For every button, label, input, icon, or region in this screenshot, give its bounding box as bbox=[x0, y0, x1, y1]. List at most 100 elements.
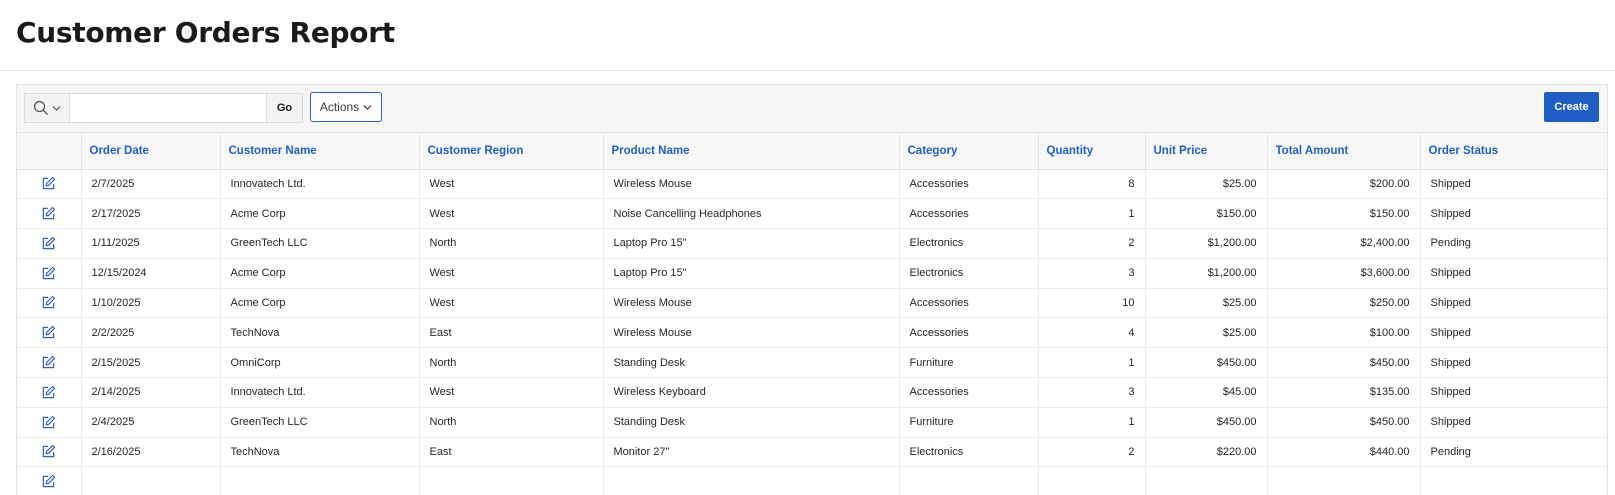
create-button[interactable]: Create bbox=[1544, 92, 1599, 122]
cell-order-status bbox=[1420, 466, 1607, 495]
cell-order-status: Shipped bbox=[1420, 407, 1607, 438]
cell-total-amount bbox=[1267, 466, 1421, 495]
edit-icon[interactable] bbox=[39, 472, 59, 492]
actions-menu-button[interactable]: Actions bbox=[310, 92, 382, 122]
cell-customer-name: Innovatech Ltd. bbox=[220, 377, 420, 408]
cell-order-status: Shipped bbox=[1420, 169, 1607, 200]
cell-unit-price: $45.00 bbox=[1145, 377, 1268, 408]
cell-category: Furniture bbox=[899, 347, 1039, 379]
search-input[interactable] bbox=[70, 94, 266, 122]
cell-quantity: 3 bbox=[1038, 258, 1146, 289]
cell-order-status: Shipped bbox=[1420, 347, 1607, 379]
cell-customer-name: GreenTech LLC bbox=[220, 407, 420, 438]
cell-quantity: 3 bbox=[1038, 377, 1146, 408]
edit-cell bbox=[17, 437, 82, 468]
cell-quantity: 1 bbox=[1038, 198, 1146, 230]
edit-icon[interactable] bbox=[39, 263, 59, 283]
cell-customer-region: West bbox=[419, 288, 604, 319]
cell-product-name bbox=[603, 466, 900, 495]
table-row: 2/17/2025 Acme Corp West Noise Cancelling H… bbox=[17, 198, 1607, 230]
edit-icon[interactable] bbox=[39, 174, 59, 194]
cell-unit-price: $25.00 bbox=[1145, 317, 1268, 349]
cell-order-status: Shipped bbox=[1420, 198, 1607, 230]
column-header-order-date[interactable]: Order Date bbox=[81, 133, 221, 170]
cell-quantity: 1 bbox=[1038, 407, 1146, 438]
cell-unit-price: $1,200.00 bbox=[1145, 228, 1268, 259]
cell-total-amount: $440.00 bbox=[1267, 437, 1421, 468]
cell-product-name: Wireless Keyboard bbox=[603, 377, 900, 408]
cell-customer-name: Acme Corp bbox=[220, 198, 420, 230]
column-header-customer-name[interactable]: Customer Name bbox=[220, 133, 420, 170]
table-row: 12/15/2024 Acme Corp West Laptop Pro 15" Ele… bbox=[17, 258, 1607, 289]
go-button[interactable]: Go bbox=[266, 94, 302, 122]
page-title: Customer Orders Report bbox=[16, 16, 395, 49]
cell-customer-name: Acme Corp bbox=[220, 288, 420, 319]
cell-total-amount: $450.00 bbox=[1267, 347, 1421, 379]
cell-quantity: 2 bbox=[1038, 437, 1146, 468]
edit-icon[interactable] bbox=[39, 323, 59, 343]
cell-order-status: Shipped bbox=[1420, 377, 1607, 408]
report-region: Go Actions Create Order Date Customer Na… bbox=[16, 84, 1608, 495]
cell-product-name: Standing Desk bbox=[603, 407, 900, 438]
search-icon bbox=[33, 100, 48, 115]
table-row: 2/16/2025 TechNova East Monitor 27" Electron… bbox=[17, 437, 1607, 468]
cell-unit-price bbox=[1145, 466, 1268, 495]
cell-category: Accessories bbox=[899, 198, 1039, 230]
cell-total-amount: $135.00 bbox=[1267, 377, 1421, 408]
cell-customer-name bbox=[220, 466, 420, 495]
cell-quantity: 1 bbox=[1038, 347, 1146, 379]
cell-product-name: Wireless Mouse bbox=[603, 288, 900, 319]
column-header-total-amount[interactable]: Total Amount bbox=[1267, 133, 1421, 170]
edit-icon[interactable] bbox=[39, 382, 59, 402]
edit-cell bbox=[17, 377, 82, 408]
cell-order-date: 12/15/2024 bbox=[81, 258, 221, 289]
cell-unit-price: $150.00 bbox=[1145, 198, 1268, 230]
column-header-unit-price[interactable]: Unit Price bbox=[1145, 133, 1268, 170]
column-header-order-status[interactable]: Order Status bbox=[1420, 133, 1607, 170]
cell-order-date: 2/4/2025 bbox=[81, 407, 221, 438]
cell-order-status: Pending bbox=[1420, 437, 1607, 468]
cell-order-date: 2/16/2025 bbox=[81, 437, 221, 468]
cell-customer-region: West bbox=[419, 198, 604, 230]
cell-customer-region: West bbox=[419, 169, 604, 200]
cell-quantity: 4 bbox=[1038, 317, 1146, 349]
cell-product-name: Monitor 27" bbox=[603, 437, 900, 468]
column-header-quantity[interactable]: Quantity bbox=[1038, 133, 1146, 170]
cell-customer-region bbox=[419, 466, 604, 495]
cell-order-status: Shipped bbox=[1420, 317, 1607, 349]
cell-quantity: 10 bbox=[1038, 288, 1146, 319]
cell-total-amount: $150.00 bbox=[1267, 198, 1421, 230]
search-column-menu[interactable] bbox=[25, 94, 70, 122]
edit-icon[interactable] bbox=[39, 412, 59, 432]
cell-quantity: 2 bbox=[1038, 228, 1146, 259]
column-header-product-name[interactable]: Product Name bbox=[603, 133, 900, 170]
cell-customer-region: West bbox=[419, 377, 604, 408]
cell-customer-name: GreenTech LLC bbox=[220, 228, 420, 259]
report-toolbar: Go Actions Create bbox=[17, 85, 1607, 133]
cell-category: Accessories bbox=[899, 288, 1039, 319]
column-header-customer-region[interactable]: Customer Region bbox=[419, 133, 604, 170]
cell-category: Accessories bbox=[899, 317, 1039, 349]
cell-category: Electronics bbox=[899, 258, 1039, 289]
edit-icon[interactable] bbox=[39, 203, 59, 223]
cell-total-amount: $200.00 bbox=[1267, 169, 1421, 200]
cell-customer-region: North bbox=[419, 228, 604, 259]
cell-product-name: Laptop Pro 15" bbox=[603, 228, 900, 259]
edit-cell bbox=[17, 347, 82, 379]
cell-order-date: 2/2/2025 bbox=[81, 317, 221, 349]
cell-product-name: Noise Cancelling Headphones bbox=[603, 198, 900, 230]
cell-customer-region: East bbox=[419, 317, 604, 349]
edit-icon[interactable] bbox=[39, 233, 59, 253]
edit-icon[interactable] bbox=[39, 352, 59, 372]
orders-table: Order Date Customer Name Customer Region… bbox=[17, 133, 1607, 495]
table-row: 2/7/2025 Innovatech Ltd. West Wireless Mous… bbox=[17, 169, 1607, 200]
cell-order-date: 1/11/2025 bbox=[81, 228, 221, 259]
search-bar: Go bbox=[24, 93, 303, 123]
column-header-category[interactable]: Category bbox=[899, 133, 1039, 170]
cell-unit-price: $450.00 bbox=[1145, 347, 1268, 379]
edit-icon[interactable] bbox=[39, 293, 59, 313]
cell-unit-price: $220.00 bbox=[1145, 437, 1268, 468]
edit-icon[interactable] bbox=[39, 442, 59, 462]
cell-category: Electronics bbox=[899, 437, 1039, 468]
edit-cell bbox=[17, 228, 82, 259]
